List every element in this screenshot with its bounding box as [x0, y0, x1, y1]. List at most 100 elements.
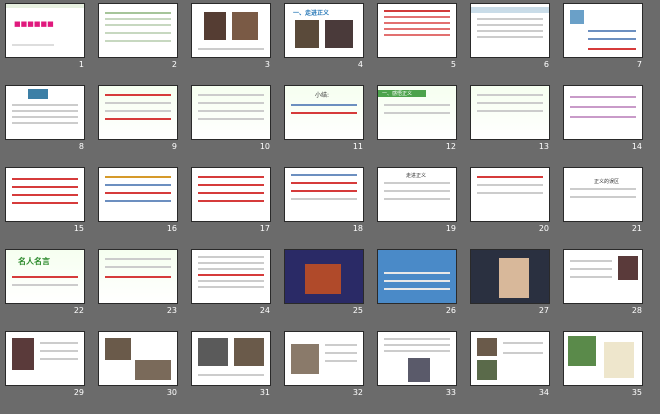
slide-23-preview: [98, 249, 178, 304]
slide-33-preview: [377, 331, 457, 386]
slide-thumb-35[interactable]: 35: [562, 330, 644, 400]
slide-13-preview: [470, 85, 550, 140]
slide-15-preview: [5, 167, 85, 222]
slide-thumb-31[interactable]: 31: [190, 330, 272, 400]
slide-thumb-27[interactable]: 27: [469, 248, 551, 318]
slide-25-preview: [284, 249, 364, 304]
slide-19-preview: 走进正义: [377, 167, 457, 222]
slide-26-preview: [377, 249, 457, 304]
slide-number: 19: [445, 224, 456, 233]
slide-number: 5: [450, 60, 456, 69]
slide-number: 6: [543, 60, 549, 69]
slide-number: 1: [78, 60, 84, 69]
slide-thumb-30[interactable]: 30: [97, 330, 179, 400]
slide-14-preview: [563, 85, 643, 140]
slide-31-preview: [191, 331, 271, 386]
slide-thumb-29[interactable]: 29: [4, 330, 86, 400]
slide-22-preview: 名人名言: [5, 249, 85, 304]
slide-2-preview: [98, 3, 178, 58]
slide-32-preview: [284, 331, 364, 386]
slide-thumb-15[interactable]: 15: [4, 166, 86, 236]
slide-number: 34: [538, 388, 549, 397]
slide-number: 22: [73, 306, 84, 315]
slide-thumb-32[interactable]: 32: [283, 330, 365, 400]
slide-thumb-25[interactable]: 25: [283, 248, 365, 318]
slide-11-preview: 小结:: [284, 85, 364, 140]
slide-thumb-28[interactable]: 28: [562, 248, 644, 318]
slide-thumb-3[interactable]: 3: [190, 2, 272, 72]
slide-number: 11: [352, 142, 363, 151]
slide-18-preview: [284, 167, 364, 222]
slide-number: 3: [264, 60, 270, 69]
slide-thumb-19[interactable]: 走进正义 19: [376, 166, 458, 236]
slide-24-preview: [191, 249, 271, 304]
slide-thumb-5[interactable]: 5: [376, 2, 458, 72]
slide-1-preview: ■■■■■■: [5, 3, 85, 58]
slide-number: 33: [445, 388, 456, 397]
slide-20-preview: [470, 167, 550, 222]
slide-number: 7: [636, 60, 642, 69]
slide-29-preview: [5, 331, 85, 386]
slide-number: 35: [631, 388, 642, 397]
slide-number: 12: [445, 142, 456, 151]
slide-number: 4: [357, 60, 363, 69]
slide-7-preview: [563, 3, 643, 58]
slide-16-preview: [98, 167, 178, 222]
slide-number: 14: [631, 142, 642, 151]
slide-27-preview: [470, 249, 550, 304]
slide-number: 21: [631, 224, 642, 233]
slide-number: 29: [73, 388, 84, 397]
slide-number: 20: [538, 224, 549, 233]
slide-number: 23: [166, 306, 177, 315]
slide-10-preview: [191, 85, 271, 140]
slide-thumb-17[interactable]: 17: [190, 166, 272, 236]
slide-9-preview: [98, 85, 178, 140]
slide-thumb-10[interactable]: 10: [190, 84, 272, 154]
slide-28-preview: [563, 249, 643, 304]
slide-thumb-14[interactable]: 14: [562, 84, 644, 154]
slide-thumb-20[interactable]: 20: [469, 166, 551, 236]
slide-thumb-1[interactable]: ■■■■■■ 1: [4, 2, 86, 72]
slide-thumb-34[interactable]: 34: [469, 330, 551, 400]
slide-thumb-21[interactable]: 正义的误区 21: [562, 166, 644, 236]
slide-thumb-9[interactable]: 9: [97, 84, 179, 154]
slide-thumb-11[interactable]: 小结: 11: [283, 84, 365, 154]
slide-number: 18: [352, 224, 363, 233]
slide-21-preview: 正义的误区: [563, 167, 643, 222]
slide-35-preview: [563, 331, 643, 386]
slide-number: 13: [538, 142, 549, 151]
slide-number: 31: [259, 388, 270, 397]
slide-thumb-22[interactable]: 名人名言 22: [4, 248, 86, 318]
slide-thumb-6[interactable]: 6: [469, 2, 551, 72]
slide-thumb-4[interactable]: 一、走进正义 4: [283, 2, 365, 72]
slide-thumb-13[interactable]: 13: [469, 84, 551, 154]
slide-thumb-12[interactable]: 一、感悟正义 12: [376, 84, 458, 154]
slide-thumb-16[interactable]: 16: [97, 166, 179, 236]
slide-number: 24: [259, 306, 270, 315]
slide-thumb-2[interactable]: 2: [97, 2, 179, 72]
slide-number: 25: [352, 306, 363, 315]
slide-thumb-24[interactable]: 24: [190, 248, 272, 318]
slide-number: 32: [352, 388, 363, 397]
slide-number: 27: [538, 306, 549, 315]
slide-thumb-8[interactable]: 8: [4, 84, 86, 154]
slide-5-preview: [377, 3, 457, 58]
slide-thumb-7[interactable]: 7: [562, 2, 644, 72]
slide-number: 10: [259, 142, 270, 151]
slide-4-preview: 一、走进正义: [284, 3, 364, 58]
slide-34-preview: [470, 331, 550, 386]
slide-number: 8: [78, 142, 84, 151]
slide-12-preview: 一、感悟正义: [377, 85, 457, 140]
slide-number: 26: [445, 306, 456, 315]
slide-6-preview: [470, 3, 550, 58]
slide-thumb-33[interactable]: 33: [376, 330, 458, 400]
slide-number: 16: [166, 224, 177, 233]
slide-number: 17: [259, 224, 270, 233]
slide-sorter-grid: ■■■■■■ 1 2 3 一、走进正义 4 5 6 7 8 9 10 小结: 1…: [4, 2, 656, 412]
slide-number: 15: [73, 224, 84, 233]
slide-3-preview: [191, 3, 271, 58]
slide-thumb-23[interactable]: 23: [97, 248, 179, 318]
slide-thumb-18[interactable]: 18: [283, 166, 365, 236]
slide-number: 9: [171, 142, 177, 151]
slide-thumb-26[interactable]: 26: [376, 248, 458, 318]
